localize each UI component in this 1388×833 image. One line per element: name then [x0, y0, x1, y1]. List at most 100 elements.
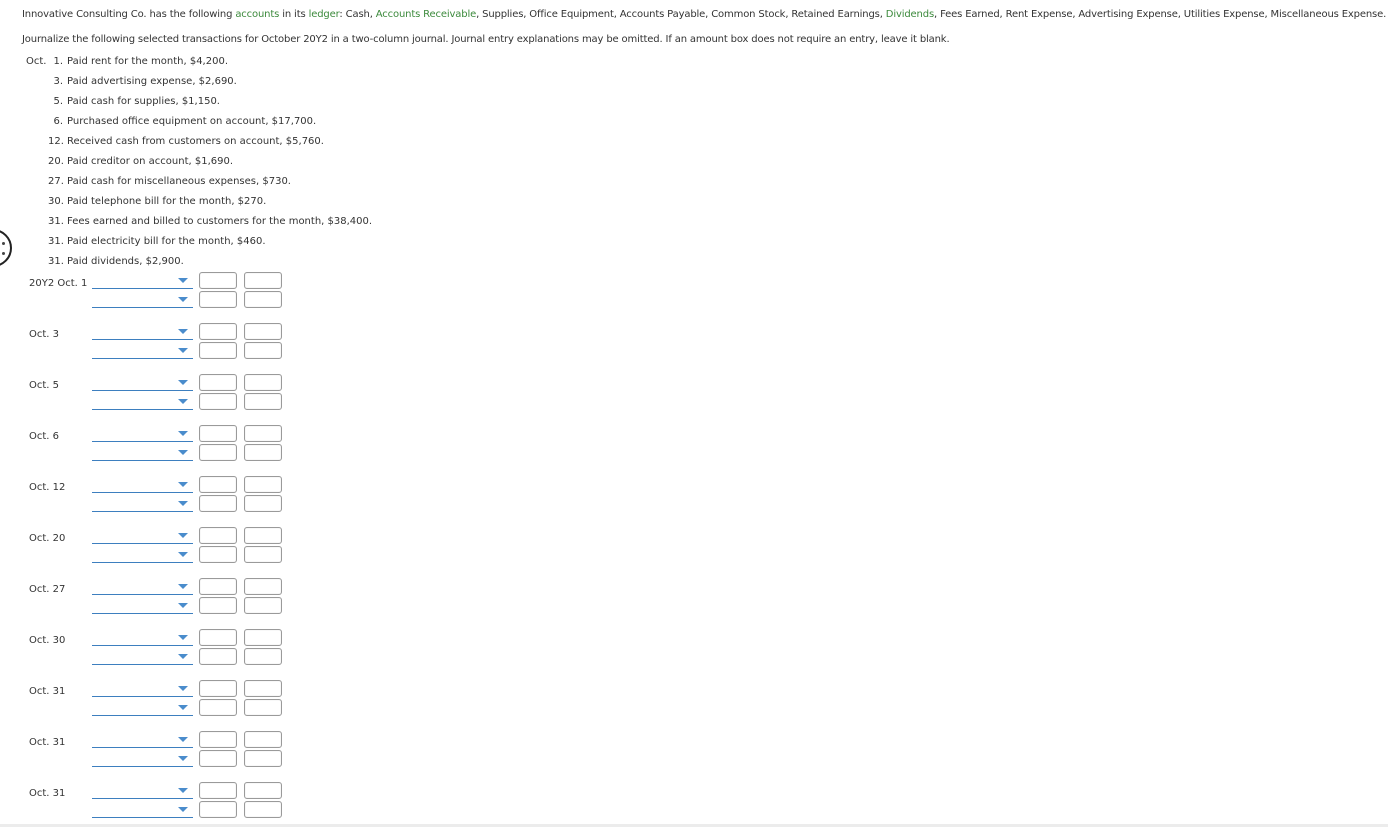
credit-amount-input[interactable]	[244, 597, 282, 614]
account-select[interactable]	[92, 750, 193, 767]
credit-amount-input[interactable]	[244, 648, 282, 665]
debit-amount-input[interactable]	[199, 629, 237, 646]
credit-amount-input[interactable]	[244, 342, 282, 359]
dropdown-arrow-icon[interactable]	[178, 329, 188, 334]
dropdown-arrow-icon[interactable]	[178, 705, 188, 710]
account-select[interactable]	[92, 342, 193, 359]
dropdown-arrow-icon[interactable]	[178, 278, 188, 283]
credit-amount-input[interactable]	[244, 374, 282, 391]
dropdown-arrow-icon[interactable]	[178, 450, 188, 455]
dropdown-arrow-icon[interactable]	[178, 482, 188, 487]
debit-amount-input[interactable]	[199, 699, 237, 716]
dropdown-arrow-icon[interactable]	[178, 552, 188, 557]
credit-amount-input[interactable]	[244, 546, 282, 563]
credit-amount-input[interactable]	[244, 272, 282, 289]
debit-amount-input[interactable]	[199, 444, 237, 461]
account-select[interactable]	[92, 597, 193, 614]
dropdown-arrow-icon[interactable]	[178, 399, 188, 404]
debit-amount-input[interactable]	[199, 476, 237, 493]
credit-amount-input[interactable]	[244, 578, 282, 595]
account-select[interactable]	[92, 425, 193, 442]
transaction-item: 5. Paid cash for supplies, $1,150.	[26, 97, 372, 117]
debit-amount-input[interactable]	[199, 393, 237, 410]
dropdown-arrow-icon[interactable]	[178, 654, 188, 659]
transaction-description: Paid electricity bill for the month, $46…	[67, 236, 266, 247]
debit-amount-input[interactable]	[199, 750, 237, 767]
debit-amount-input[interactable]	[199, 801, 237, 818]
debit-amount-input[interactable]	[199, 323, 237, 340]
account-select[interactable]	[92, 476, 193, 493]
debit-amount-input[interactable]	[199, 782, 237, 799]
account-select[interactable]	[92, 495, 193, 512]
account-select[interactable]	[92, 323, 193, 340]
debit-amount-input[interactable]	[199, 425, 237, 442]
debit-amount-input[interactable]	[199, 495, 237, 512]
account-select[interactable]	[92, 444, 193, 461]
dropdown-arrow-icon[interactable]	[178, 807, 188, 812]
account-select[interactable]	[92, 527, 193, 544]
dropdown-arrow-icon[interactable]	[178, 501, 188, 506]
transaction-month	[26, 117, 48, 137]
glossary-link[interactable]: Dividends	[886, 9, 934, 20]
account-select[interactable]	[92, 782, 193, 799]
side-nav-button[interactable]	[0, 229, 12, 267]
debit-amount-input[interactable]	[199, 527, 237, 544]
dropdown-arrow-icon[interactable]	[178, 297, 188, 302]
account-select[interactable]	[92, 291, 193, 308]
debit-amount-input[interactable]	[199, 578, 237, 595]
transaction-month	[26, 217, 48, 237]
account-select[interactable]	[92, 801, 193, 818]
credit-amount-input[interactable]	[244, 291, 282, 308]
dropdown-arrow-icon[interactable]	[178, 686, 188, 691]
account-select[interactable]	[92, 272, 193, 289]
debit-amount-input[interactable]	[199, 597, 237, 614]
account-select[interactable]	[92, 629, 193, 646]
debit-amount-input[interactable]	[199, 648, 237, 665]
debit-amount-input[interactable]	[199, 546, 237, 563]
dropdown-arrow-icon[interactable]	[178, 788, 188, 793]
glossary-link[interactable]: Accounts Receivable	[376, 9, 476, 20]
glossary-link[interactable]: ledger	[309, 9, 340, 20]
dropdown-arrow-icon[interactable]	[178, 635, 188, 640]
dropdown-arrow-icon[interactable]	[178, 737, 188, 742]
account-select[interactable]	[92, 648, 193, 665]
credit-amount-input[interactable]	[244, 425, 282, 442]
debit-amount-input[interactable]	[199, 272, 237, 289]
credit-amount-input[interactable]	[244, 629, 282, 646]
transaction-item: 6. Purchased office equipment on account,…	[26, 117, 372, 137]
credit-amount-input[interactable]	[244, 495, 282, 512]
credit-amount-input[interactable]	[244, 750, 282, 767]
account-select[interactable]	[92, 546, 193, 563]
account-select[interactable]	[92, 731, 193, 748]
credit-amount-input[interactable]	[244, 444, 282, 461]
dropdown-arrow-icon[interactable]	[178, 584, 188, 589]
credit-amount-input[interactable]	[244, 699, 282, 716]
credit-amount-input[interactable]	[244, 680, 282, 697]
transaction-month	[26, 197, 48, 217]
credit-amount-input[interactable]	[244, 323, 282, 340]
credit-amount-input[interactable]	[244, 782, 282, 799]
account-select[interactable]	[92, 374, 193, 391]
credit-amount-input[interactable]	[244, 801, 282, 818]
glossary-link[interactable]: accounts	[235, 9, 279, 20]
debit-amount-input[interactable]	[199, 291, 237, 308]
dropdown-arrow-icon[interactable]	[178, 603, 188, 608]
dropdown-arrow-icon[interactable]	[178, 431, 188, 436]
entry-date: Oct. 12	[29, 482, 66, 493]
dropdown-arrow-icon[interactable]	[178, 533, 188, 538]
account-select[interactable]	[92, 393, 193, 410]
debit-amount-input[interactable]	[199, 342, 237, 359]
credit-amount-input[interactable]	[244, 731, 282, 748]
account-select[interactable]	[92, 699, 193, 716]
dropdown-arrow-icon[interactable]	[178, 348, 188, 353]
account-select[interactable]	[92, 680, 193, 697]
credit-amount-input[interactable]	[244, 393, 282, 410]
debit-amount-input[interactable]	[199, 731, 237, 748]
debit-amount-input[interactable]	[199, 374, 237, 391]
account-select[interactable]	[92, 578, 193, 595]
dropdown-arrow-icon[interactable]	[178, 756, 188, 761]
credit-amount-input[interactable]	[244, 476, 282, 493]
credit-amount-input[interactable]	[244, 527, 282, 544]
dropdown-arrow-icon[interactable]	[178, 380, 188, 385]
debit-amount-input[interactable]	[199, 680, 237, 697]
